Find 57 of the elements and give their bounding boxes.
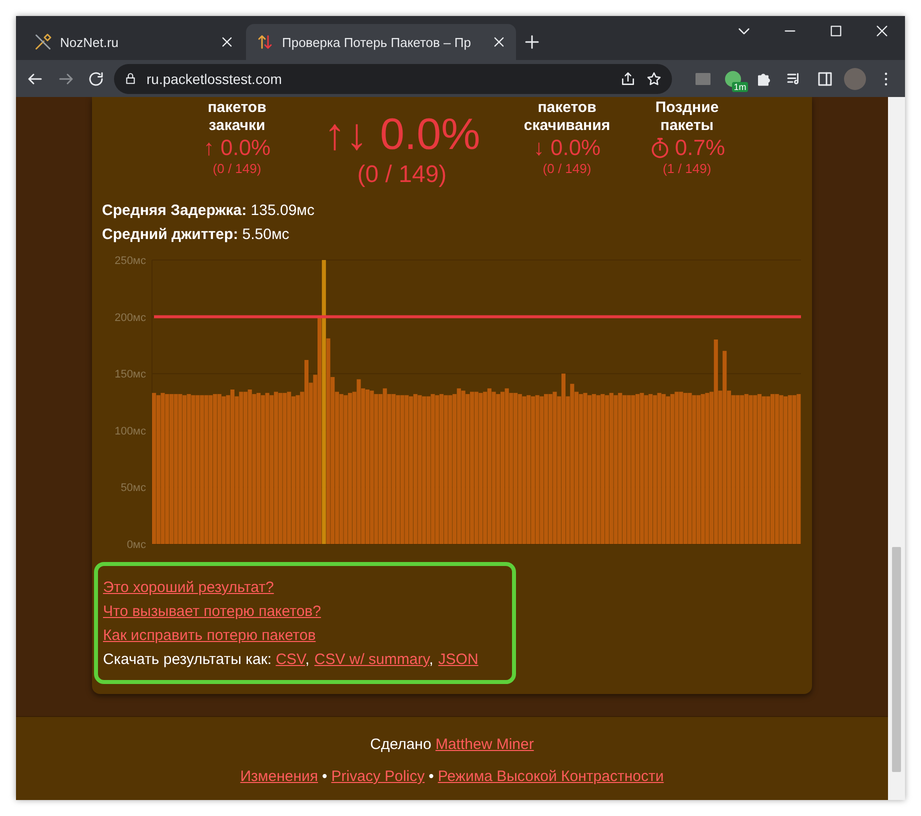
stat-label: Поздние: [655, 99, 719, 117]
axis-label: 250мс: [114, 255, 146, 267]
axis-label: 50мс: [120, 482, 146, 494]
stat-count: (0 / 149): [542, 161, 592, 177]
help-link[interactable]: Это хороший результат?: [103, 579, 274, 596]
separator-text: •: [322, 768, 328, 785]
arrows-icon: [256, 33, 274, 51]
stat-label: пакетов: [538, 99, 596, 117]
tools-icon: [34, 33, 52, 51]
footer-link[interactable]: Режима Высокой Контрастности: [438, 768, 664, 785]
download-link[interactable]: CSV: [276, 651, 306, 668]
address-bar[interactable]: ru.packetlosstest.com: [114, 64, 672, 94]
close-icon[interactable]: [492, 35, 506, 49]
new-tab-icon[interactable]: [523, 33, 541, 51]
stat-label: пакеты: [660, 117, 714, 135]
help-link[interactable]: Что вызывает потерю пакетов?: [103, 603, 321, 620]
scrollbar-thumb[interactable]: [892, 547, 901, 772]
axis-label: 100мс: [114, 425, 146, 438]
download-text: Скачать результаты как: CSV, CSV w/ summary, JSON: [103, 650, 480, 670]
star-icon[interactable]: [646, 70, 662, 86]
separator-text: ,: [429, 651, 434, 668]
latency-text: Средняя Задержка: 135.09мс: [102, 201, 316, 221]
stat-count: (0 / 149): [212, 161, 262, 177]
download-link[interactable]: CSV w/ summary: [314, 651, 430, 668]
stat-label: скачивания: [524, 117, 610, 135]
axis-label: 200мс: [114, 312, 146, 324]
stat-value: ↑ 0.0%: [203, 135, 271, 161]
axis-label: 0мс: [126, 539, 146, 551]
footer-link[interactable]: Privacy Policy: [331, 768, 425, 785]
stat-value: ↓ 0.0%: [533, 135, 601, 161]
separator-text: ,: [305, 651, 310, 668]
footer-link[interactable]: Изменения: [240, 768, 318, 785]
stat-count: (1 / 149): [662, 161, 712, 177]
close-icon[interactable]: [875, 24, 889, 38]
stat-count: (0 / 149): [357, 161, 447, 189]
author-link[interactable]: Matthew Miner: [435, 736, 534, 753]
reload-icon[interactable]: [87, 70, 106, 88]
stat-value: 0.7%: [648, 135, 726, 161]
stat-label: закачки: [208, 117, 266, 135]
maximize-icon[interactable]: [829, 24, 843, 38]
extension-badge: 1m: [732, 82, 748, 92]
share-icon[interactable]: [620, 70, 636, 86]
side-panel-icon[interactable]: [816, 70, 834, 88]
stat-label: пакетов: [208, 99, 266, 117]
axis-label: 150мс: [114, 368, 146, 381]
browser-tab[interactable]: Проверка Потерь Пакетов – Пр: [246, 24, 516, 60]
help-link[interactable]: Как исправить потерю пакетов: [103, 627, 316, 644]
separator-text: •: [428, 768, 434, 785]
browser-tab[interactable]: NozNet.ru: [24, 24, 244, 60]
lock-icon: [124, 72, 136, 85]
stat-value: ↑↓ 0.0%: [324, 109, 480, 161]
scrollbar[interactable]: [888, 97, 905, 800]
close-icon[interactable]: [220, 35, 234, 49]
url-text: ru.packetlosstest.com: [146, 70, 283, 86]
credit-text: Сделано Matthew Miner: [370, 735, 534, 755]
download-link[interactable]: JSON: [438, 651, 478, 668]
latency-text: Средний джиттер: 5.50мс: [102, 225, 290, 245]
